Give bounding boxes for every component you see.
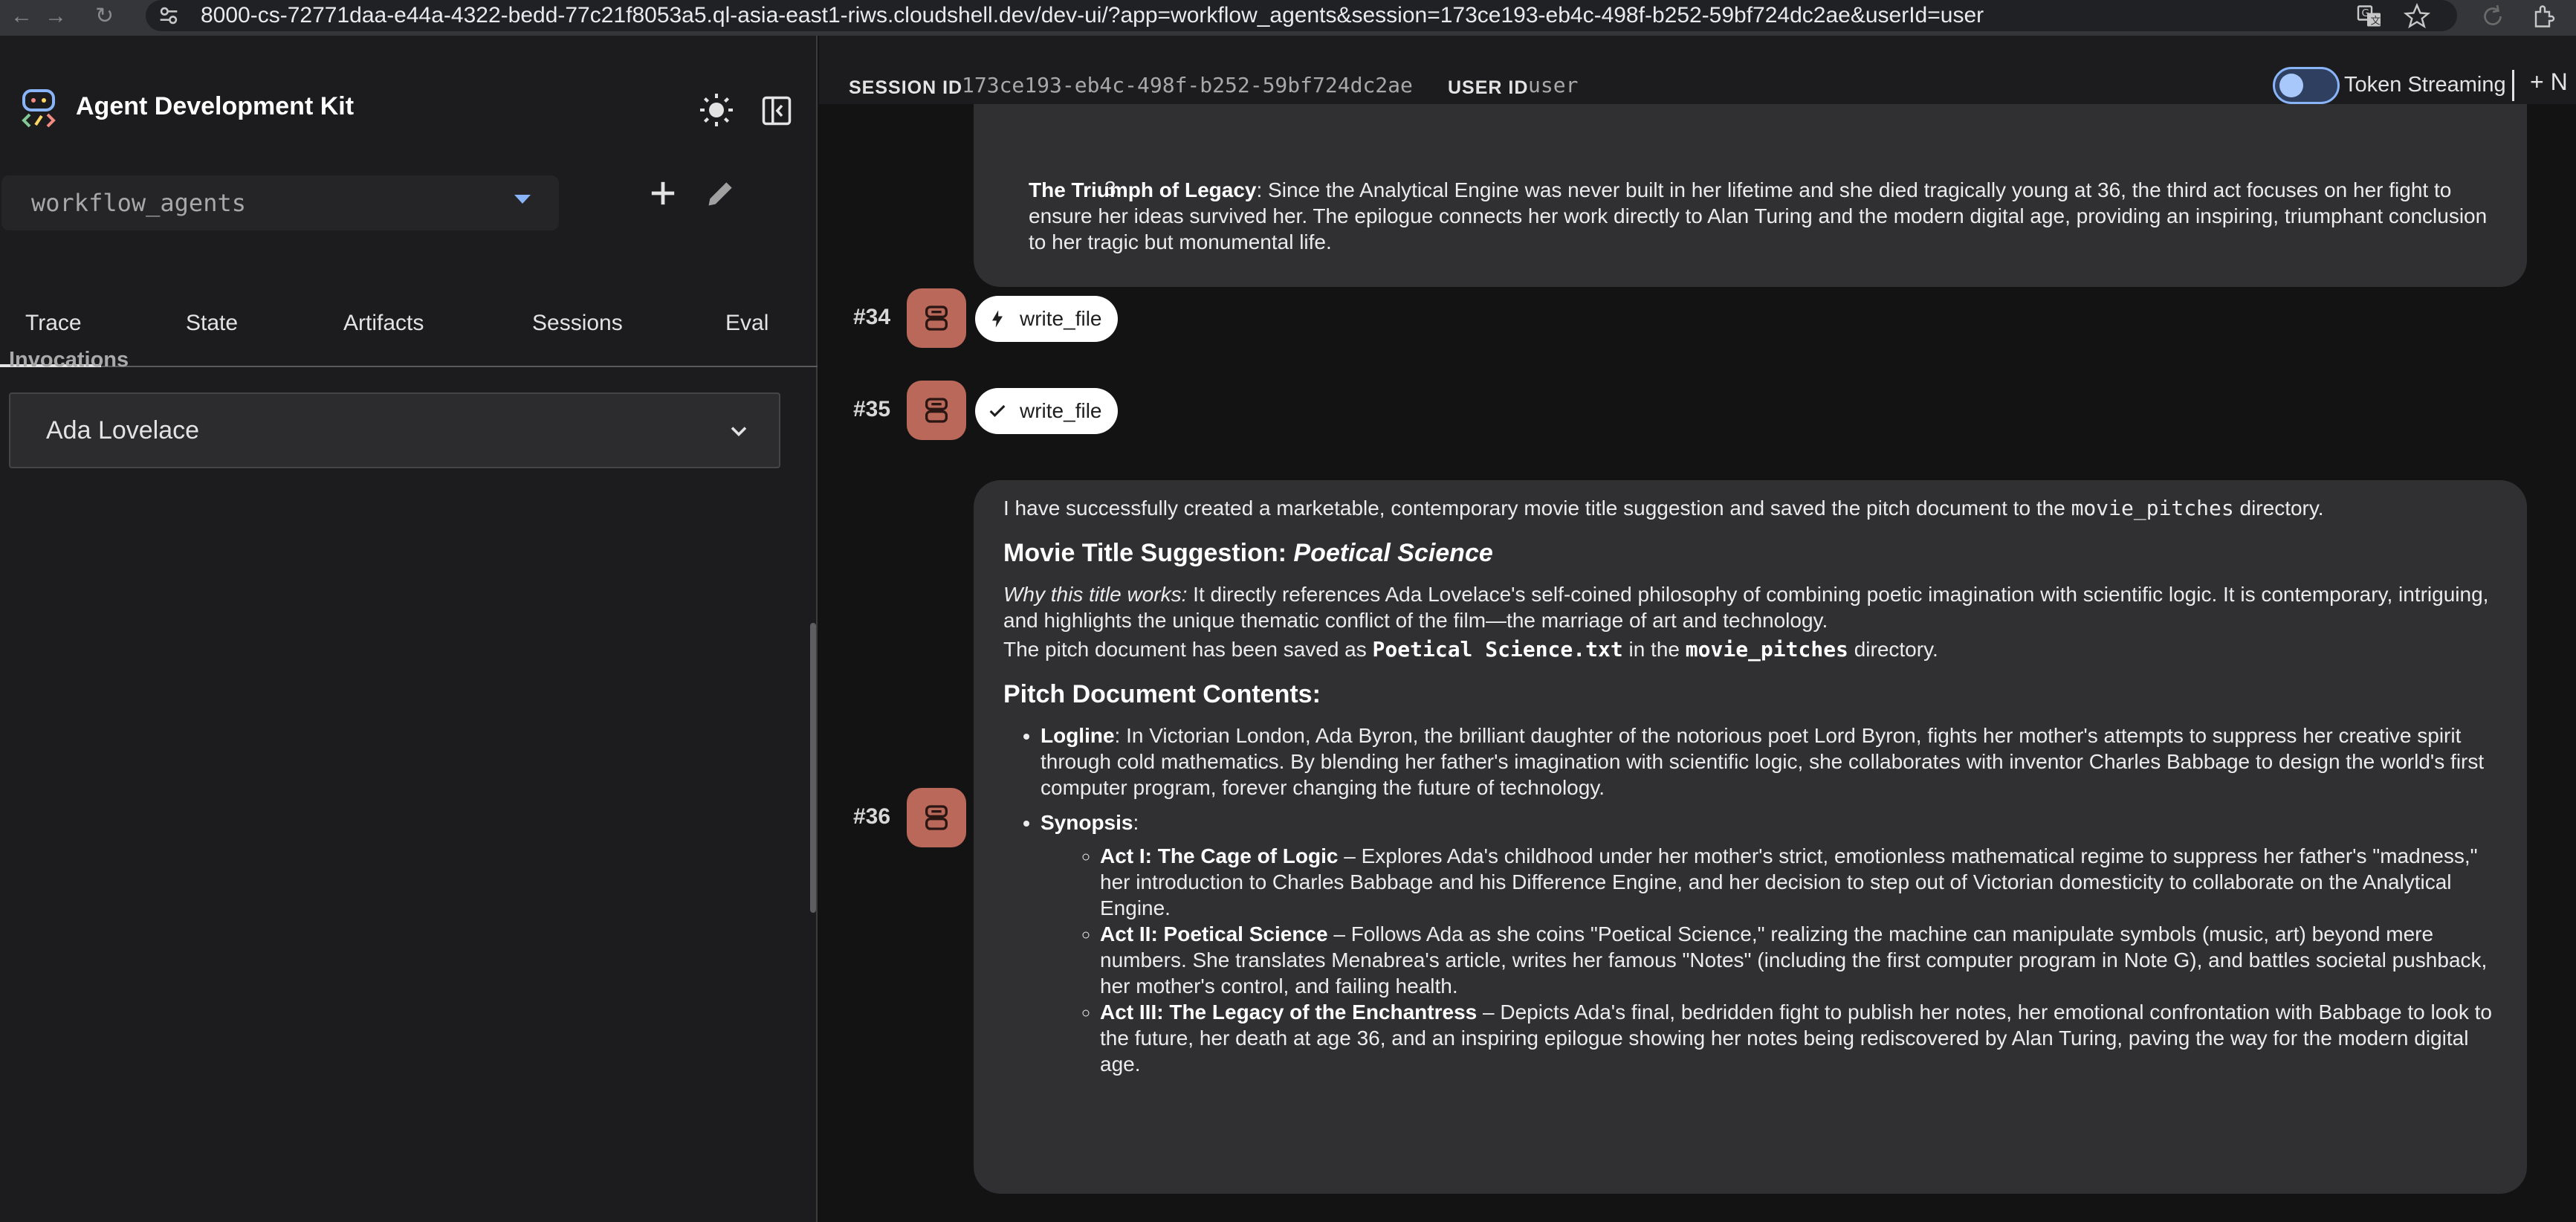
act-title: Act II: Poetical Science xyxy=(1100,922,1328,945)
synopsis-colon: : xyxy=(1133,811,1139,834)
message-number: #36 xyxy=(853,804,891,829)
robot-icon xyxy=(925,398,948,423)
agent-avatar xyxy=(907,381,966,440)
session-id-value: 173ce193-eb4c-498f-b252-59bf724dc2ae xyxy=(962,73,1413,97)
pitch-list: Logline: In Victorian London, Ada Byron,… xyxy=(1041,722,2505,1077)
user-id-value: user xyxy=(1528,73,1579,97)
bolt-icon xyxy=(992,310,1003,328)
chip-label: write_file xyxy=(1020,399,1102,422)
chip-label: write_file xyxy=(1020,307,1102,330)
why-label: Why this title works: xyxy=(1003,583,1188,606)
side-panel: Agent Development Kit workflow_agents Tr… xyxy=(0,36,818,1222)
message-number: #35 xyxy=(853,397,891,421)
list-item-title: The Triumph of Legacy xyxy=(1029,178,1257,201)
robot-icon xyxy=(925,805,948,830)
edit-icon[interactable] xyxy=(705,177,737,210)
token-streaming-toggle[interactable] xyxy=(2273,67,2340,104)
intro-paragraph: I have successfully created a marketable… xyxy=(1003,495,2505,521)
why-paragraph: Why this title works: It directly refere… xyxy=(1003,581,2505,633)
invocations-heading: Invocations xyxy=(9,348,129,372)
forward-icon[interactable]: → xyxy=(45,1,67,31)
invocation-item[interactable]: Ada Lovelace xyxy=(9,392,780,468)
panel-resize-handle[interactable] xyxy=(810,623,816,913)
app-selector-value: workflow_agents xyxy=(31,189,246,217)
message-content: I have successfully created a marketable… xyxy=(1003,495,2505,1086)
tab-eval[interactable]: Eval xyxy=(725,311,768,336)
synopsis-label: Synopsis xyxy=(1041,811,1133,834)
tab-artifacts[interactable]: Artifacts xyxy=(343,311,424,336)
check-icon xyxy=(989,404,1006,417)
token-streaming-label: Token Streaming xyxy=(2344,73,2506,97)
act-item: Act III: The Legacy of the Enchantress –… xyxy=(1100,999,2505,1077)
back-icon[interactable]: ← xyxy=(10,1,33,31)
saved-paragraph: The pitch document has been saved as Poe… xyxy=(1003,636,2505,662)
session-header: SESSION ID 173ce193-eb4c-498f-b252-59bf7… xyxy=(819,36,2576,104)
list-item: Logline: In Victorian London, Ada Byron,… xyxy=(1041,722,2505,801)
title-heading: Movie Title Suggestion: Poetical Science xyxy=(1003,539,2505,568)
tab-sessions[interactable]: Sessions xyxy=(532,311,623,336)
saved-text: in the xyxy=(1622,638,1686,661)
act-item: Act I: The Cage of Logic – Explores Ada'… xyxy=(1100,843,2505,921)
contents-heading: Pitch Document Contents: xyxy=(1003,680,1321,708)
tab-trace[interactable]: Trace xyxy=(25,311,82,336)
translate-icon[interactable]: G 文 xyxy=(2356,3,2383,30)
inline-code: movie_pitches xyxy=(1685,637,1848,662)
agent-message-bubble: 3. The Triumph of Legacy: Since the Anal… xyxy=(974,104,2527,287)
url-text: 8000-cs-72771daa-e44a-4322-bedd-77c21f80… xyxy=(201,3,1984,28)
app-title: Agent Development Kit xyxy=(76,92,355,120)
robot-icon xyxy=(925,306,948,331)
intro-end: directory. xyxy=(2233,497,2324,520)
reload-icon[interactable]: ↻ xyxy=(95,1,114,31)
inline-code: Poetical Science.txt xyxy=(1372,637,1623,662)
sync-icon[interactable] xyxy=(2479,3,2506,30)
chevron-down-icon xyxy=(731,427,747,437)
function-response-chip[interactable]: write_file xyxy=(975,388,1118,434)
act-title: Act I: The Cage of Logic xyxy=(1100,844,1339,867)
logline-label: Logline xyxy=(1041,724,1115,747)
browser-toolbar: ← → ↻ 8000-cs-72771daa-e44a-4322-bedd-77… xyxy=(0,0,2576,36)
title-heading-prefix: Movie Title Suggestion: xyxy=(1003,539,1294,567)
light-mode-icon[interactable] xyxy=(699,92,734,128)
invocation-label: Ada Lovelace xyxy=(46,416,200,444)
bookmark-star-icon[interactable] xyxy=(2404,3,2430,30)
act-title: Act III: The Legacy of the Enchantress xyxy=(1100,1000,1478,1024)
message-number: #34 xyxy=(853,305,891,329)
collapse-panel-icon[interactable] xyxy=(761,95,792,126)
app-selector[interactable]: workflow_agents xyxy=(1,175,559,230)
svg-text:文: 文 xyxy=(2371,16,2381,28)
header-divider xyxy=(2512,70,2514,101)
agent-avatar xyxy=(907,288,966,348)
site-info-icon[interactable] xyxy=(156,3,181,28)
saved-text: directory. xyxy=(1848,638,1938,661)
inline-code: movie_pitches xyxy=(2071,496,2234,520)
toggle-knob xyxy=(2279,74,2303,97)
extensions-icon[interactable] xyxy=(2531,3,2558,30)
adk-logo-icon xyxy=(22,89,56,128)
saved-text: The pitch document has been saved as xyxy=(1003,638,1373,661)
agent-message-bubble: I have successfully created a marketable… xyxy=(974,480,2527,1194)
act-item: Act II: Poetical Science – Follows Ada a… xyxy=(1100,921,2505,999)
intro-text: I have successfully created a marketable… xyxy=(1003,497,2071,520)
list-item: The Triumph of Legacy: Since the Analyti… xyxy=(1029,177,2508,255)
dropdown-arrow-icon xyxy=(514,195,531,204)
logline-text: : In Victorian London, Ada Byron, the br… xyxy=(1041,724,2485,799)
session-id-label: SESSION ID xyxy=(849,77,963,98)
why-text: It directly references Ada Lovelace's se… xyxy=(1003,583,2489,632)
list-item: Synopsis: Act I: The Cage of Logic – Exp… xyxy=(1041,809,2505,1077)
title-heading-italic: Poetical Science xyxy=(1293,539,1493,567)
tab-state[interactable]: State xyxy=(186,311,238,336)
agent-avatar xyxy=(907,788,966,847)
acts-list: Act I: The Cage of Logic – Explores Ada'… xyxy=(1100,843,2505,1077)
function-call-chip[interactable]: write_file xyxy=(975,296,1118,342)
chat-panel: SESSION ID 173ce193-eb4c-498f-b252-59bf7… xyxy=(819,36,2576,1222)
user-id-label: USER ID xyxy=(1448,77,1529,98)
new-session-button[interactable]: + N xyxy=(2530,68,2568,96)
add-icon[interactable] xyxy=(644,174,682,213)
